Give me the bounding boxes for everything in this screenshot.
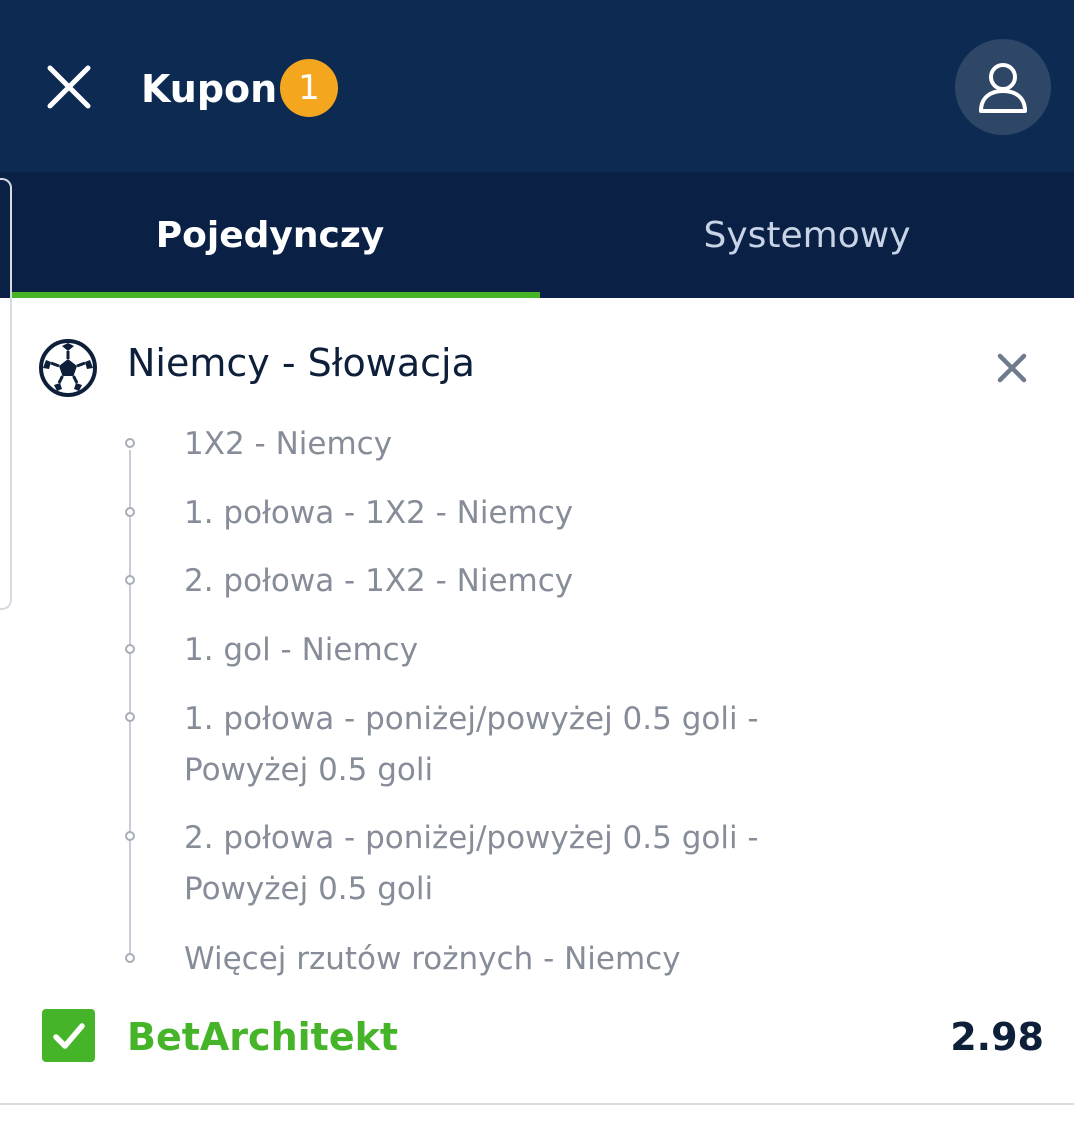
timeline-dot [125,575,135,585]
timeline-dot [125,438,135,448]
selection-item: 1. połowa - poniżej/powyżej 0.5 goli - P… [184,701,759,788]
coupon-header: Kupon 1 [0,0,1074,172]
active-tab-indicator [10,292,540,298]
timeline-dot [125,507,135,517]
divider [0,1103,1074,1105]
total-odds: 2.98 [950,1015,1044,1059]
timeline-dot [125,953,135,963]
close-icon [997,353,1027,383]
coupon-count-badge: 1 [280,59,338,117]
selection-timeline [129,450,131,955]
tab-single[interactable]: Pojedynczy [0,172,540,298]
event-title: Niemcy - Słowacja [127,341,475,385]
football-icon [38,338,98,398]
user-icon [979,63,1027,113]
account-button[interactable] [955,39,1051,135]
timeline-dot [125,644,135,654]
close-icon [47,65,91,109]
bet-builder-label[interactable]: BetArchitekt [127,1011,398,1063]
selection-item: Więcej rzutów rożnych - Niemcy [184,941,681,977]
close-button[interactable] [40,58,98,116]
bet-type-tabs: Pojedynczy Systemowy [0,172,1074,298]
selection-item: 2. połowa - poniżej/powyżej 0.5 goli - P… [184,820,759,907]
timeline-dot [125,831,135,841]
remove-event-button[interactable] [994,350,1030,386]
selection-item: 1X2 - Niemcy [184,426,393,462]
bet-builder-checkbox[interactable] [42,1009,95,1062]
timeline-dot [125,712,135,722]
page-title: Kupon [141,67,278,111]
side-drawer-edge [0,178,12,610]
selection-item: 2. połowa - 1X2 - Niemcy [184,563,574,599]
selection-item: 1. gol - Niemcy [184,632,419,668]
selection-item: 1. połowa - 1X2 - Niemcy [184,495,574,531]
checkmark-icon [52,1022,85,1049]
tab-system[interactable]: Systemowy [540,172,1074,298]
